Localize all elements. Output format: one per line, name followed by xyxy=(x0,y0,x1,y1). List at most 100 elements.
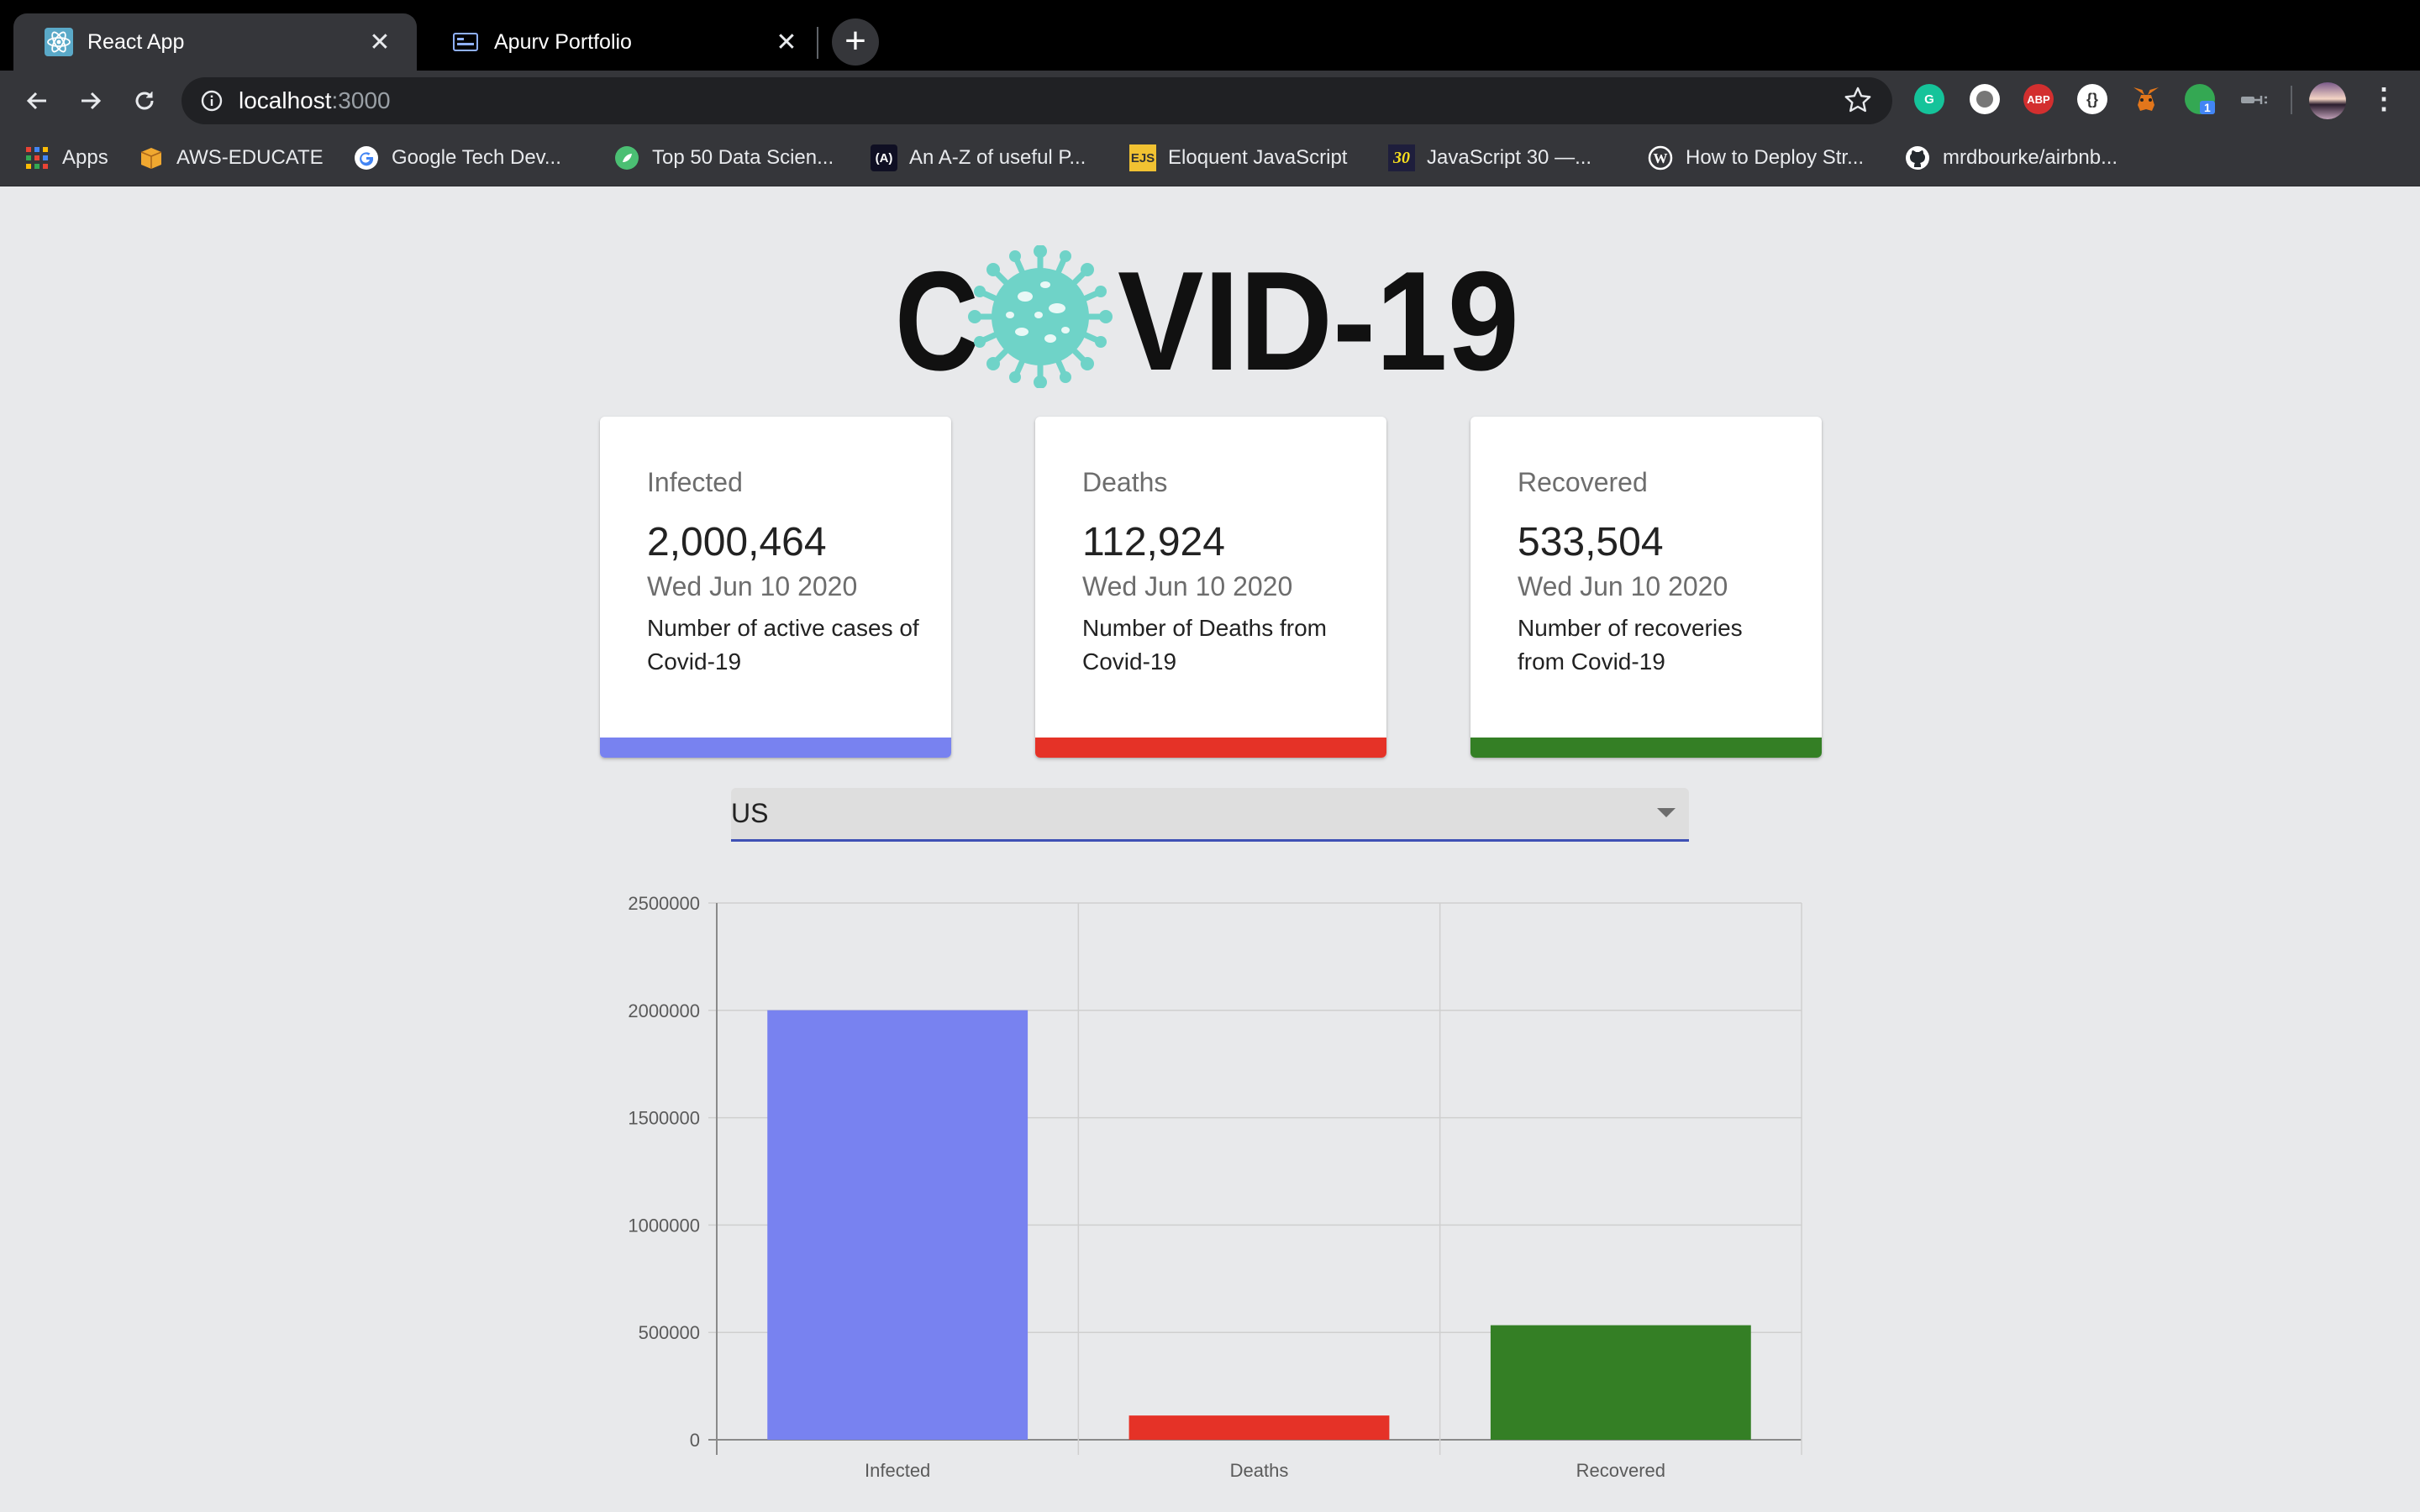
card-date: Wed Jun 10 2020 xyxy=(1082,571,1293,601)
github-icon xyxy=(1904,144,1931,171)
y-tick-label: 0 xyxy=(690,1430,700,1451)
card-date: Wed Jun 10 2020 xyxy=(647,571,858,601)
card-value: 112,924 xyxy=(1082,520,1225,564)
card-color-bar xyxy=(1470,738,1822,758)
aws-box-icon xyxy=(138,144,165,171)
grammarly-icon[interactable]: G xyxy=(1914,84,1944,114)
leaf-icon xyxy=(613,144,640,171)
close-icon[interactable]: ✕ xyxy=(771,28,802,57)
tab-title: Apurv Portfolio xyxy=(494,29,632,54)
y-tick-label: 1000000 xyxy=(628,1215,700,1236)
bookmarks-bar: Apps AWS-EDUCATE Google Tech Dev... Top … xyxy=(0,129,2420,186)
bookmark-github-airbnb[interactable]: mrdbourke/airbnb... xyxy=(1904,129,2118,186)
bookmark-label: AWS-EDUCATE xyxy=(176,146,324,169)
adblock-icon[interactable]: ABP xyxy=(2023,84,2054,114)
y-tick-label: 2500000 xyxy=(628,893,700,914)
virus-icon xyxy=(968,245,1113,388)
card-description: Number of Deaths from Covid-19 xyxy=(1082,615,1327,675)
reload-icon xyxy=(135,92,154,110)
bookmark-label: Eloquent JavaScript xyxy=(1168,146,1348,169)
extension-badge-icon[interactable]: 1 xyxy=(2185,84,2215,114)
card-color-bar xyxy=(1035,738,1386,758)
country-select[interactable]: US xyxy=(731,788,1689,842)
card-date: Wed Jun 10 2020 xyxy=(1518,571,1728,601)
portfolio-icon xyxy=(450,27,481,57)
y-tick-label: 1500000 xyxy=(628,1108,700,1129)
x-tick-label: Recovered xyxy=(1576,1460,1665,1481)
bookmark-javascript-30[interactable]: 30 JavaScript 30 —... xyxy=(1388,129,1591,186)
card-title: Infected xyxy=(647,467,743,497)
new-tab-button[interactable]: + xyxy=(832,18,879,66)
close-icon[interactable]: ✕ xyxy=(365,28,395,57)
angular-icon: (A) xyxy=(871,144,897,171)
bookmark-label: mrdbourke/airbnb... xyxy=(1943,146,2118,169)
bookmark-star-icon[interactable] xyxy=(1844,86,1872,114)
info-icon[interactable] xyxy=(200,89,224,113)
bookmark-label: JavaScript 30 —... xyxy=(1427,146,1592,169)
url-host: localhost xyxy=(239,87,332,113)
browser-toolbar: localhost:3000 G ABP {} 1 ⋮ xyxy=(0,71,2420,129)
bar-recovered xyxy=(1490,1325,1751,1440)
chevron-down-icon[interactable] xyxy=(1657,808,1676,817)
bookmark-a-z-useful[interactable]: (A) An A-Z of useful P... xyxy=(871,129,1086,186)
logo-text-vid-19: VID-19 xyxy=(1118,245,1519,388)
bookmark-label: Apps xyxy=(62,146,108,169)
bookmark-how-to-deploy[interactable]: W How to Deploy Str... xyxy=(1647,129,1864,186)
bookmark-label: Google Tech Dev... xyxy=(392,146,561,169)
url-port: :3000 xyxy=(331,87,391,113)
address-bar[interactable]: localhost:3000 xyxy=(182,77,1892,124)
card-description: Number of active cases of Covid-19 xyxy=(647,615,919,675)
google-icon xyxy=(353,144,380,171)
js30-icon: 30 xyxy=(1388,144,1415,171)
extension-plug-icon[interactable] xyxy=(2238,84,2269,114)
covid-19-logo: C VID-19 xyxy=(895,245,1519,388)
bookmark-aws-educate[interactable]: AWS-EDUCATE xyxy=(138,129,324,186)
x-tick-label: Deaths xyxy=(1230,1460,1289,1481)
card-value: 2,000,464 xyxy=(647,520,827,564)
forward-button[interactable] xyxy=(71,81,111,121)
tab-react-app[interactable]: React App ✕ xyxy=(13,13,417,71)
tab-divider xyxy=(817,27,818,59)
json-viewer-icon[interactable]: {} xyxy=(2077,84,2107,114)
tab-strip: React App ✕ Apurv Portfolio ✕ + xyxy=(0,0,2420,71)
logo-letter-c: C xyxy=(895,245,979,388)
bookmark-top-50-data-science[interactable]: Top 50 Data Scien... xyxy=(613,129,834,186)
country-select-value: US xyxy=(731,798,769,828)
bookmark-apps[interactable]: Apps xyxy=(24,129,108,186)
forward-arrow-icon xyxy=(82,92,102,110)
card-value: 533,504 xyxy=(1518,520,1664,564)
menu-kebab-icon[interactable]: ⋮ xyxy=(2370,82,2398,119)
wordpress-icon: W xyxy=(1647,144,1674,171)
apps-grid-icon xyxy=(24,144,50,171)
bar-chart: 0 500000 1000000 1500000 2000000 2500000 Infec… xyxy=(628,893,1802,1481)
card-title: Recovered xyxy=(1518,467,1648,497)
tab-apurv-portfolio[interactable]: Apurv Portfolio ✕ xyxy=(420,13,823,71)
reload-button[interactable] xyxy=(124,81,165,121)
toolbar-divider xyxy=(2291,86,2292,114)
back-button[interactable] xyxy=(17,81,57,121)
bookmark-label: How to Deploy Str... xyxy=(1686,146,1865,169)
card-infected: Infected 2,000,464 Wed Jun 10 2020 Numbe… xyxy=(600,417,951,758)
bookmark-google-tech-dev[interactable]: Google Tech Dev... xyxy=(353,129,561,186)
y-tick-label: 2000000 xyxy=(628,1000,700,1021)
tab-title: React App xyxy=(87,29,185,54)
x-tick-label: Infected xyxy=(865,1460,930,1481)
card-deaths: Deaths 112,924 Wed Jun 10 2020 Number of… xyxy=(1035,417,1386,758)
bookmark-eloquent-javascript[interactable]: EJS Eloquent JavaScript xyxy=(1129,129,1347,186)
svg-text:W: W xyxy=(1654,150,1668,166)
react-icon xyxy=(44,27,74,57)
bar-infected xyxy=(767,1010,1028,1440)
back-arrow-icon xyxy=(26,92,46,110)
profile-avatar[interactable] xyxy=(2309,82,2346,119)
card-title: Deaths xyxy=(1082,467,1168,497)
metamask-fox-icon[interactable] xyxy=(2131,84,2161,114)
card-description: Number of recoveries from Covid-19 xyxy=(1518,615,1743,675)
card-color-bar xyxy=(600,738,951,758)
extension-circle-icon[interactable] xyxy=(1970,84,2000,114)
y-tick-label: 500000 xyxy=(639,1322,700,1343)
extension-badge-count: 1 xyxy=(2200,101,2215,114)
ejs-icon: EJS xyxy=(1129,144,1156,171)
bookmark-label: Top 50 Data Scien... xyxy=(652,146,834,169)
bookmark-label: An A-Z of useful P... xyxy=(909,146,1086,169)
bar-deaths xyxy=(1128,1415,1390,1440)
